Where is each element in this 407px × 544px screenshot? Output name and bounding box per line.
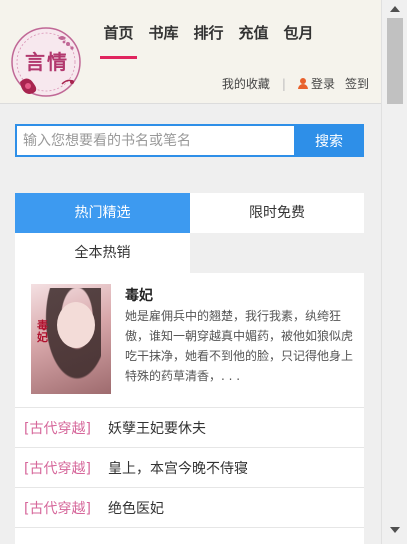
site-logo[interactable]: 言情	[10, 24, 86, 100]
featured-book[interactable]: 毒妃 毒妃 她是雇佣兵中的翘楚，我行我素，纨绔狂傲，谁知一朝穿越真中媚药，被他如…	[15, 273, 364, 408]
list-item-title[interactable]: 皇上，本宫今晚不侍寝	[108, 458, 248, 478]
nav-item-recharge[interactable]: 充值	[231, 0, 276, 60]
cover-face	[57, 302, 95, 348]
nav-item-home[interactable]: 首页	[96, 0, 141, 60]
scroll-down-icon[interactable]	[382, 521, 407, 538]
tab-limited-free[interactable]: 限时免费	[190, 193, 364, 233]
list-item-title[interactable]: 绝色医妃	[108, 498, 164, 518]
list-item[interactable]: [古代穿越] 绝色医妃	[15, 488, 364, 528]
cover-title-text: 毒妃	[37, 319, 48, 344]
list-item-title[interactable]: 妖孽王妃要休夫	[108, 418, 206, 438]
tab-hot-picks[interactable]: 热门精选	[15, 193, 190, 233]
list-item-category[interactable]: [古代穿越]	[24, 498, 108, 518]
user-icon	[297, 78, 308, 89]
signin-link[interactable]: 签到	[345, 75, 369, 92]
list-item[interactable]: [古代穿越] 皇上，本宫今晚不侍寝	[15, 448, 364, 488]
book-list-panel: 毒妃 毒妃 她是雇佣兵中的翘楚，我行我素，纨绔狂傲，谁知一朝穿越真中媚药，被他如…	[15, 273, 364, 544]
featured-book-title[interactable]: 毒妃	[125, 285, 153, 305]
user-bar: 我的收藏 | 登录 签到	[222, 75, 369, 92]
favorites-link[interactable]: 我的收藏	[222, 75, 270, 92]
featured-book-description: 她是雇佣兵中的翘楚，我行我素，纨绔狂傲，谁知一朝穿越真中媚药，被他如狼似虎吃干抹…	[125, 309, 354, 383]
book-cover[interactable]: 毒妃	[31, 284, 111, 394]
site-header: 言情 首页 书库 排行 充值 包月 我的收藏 | 登录 签到	[0, 0, 381, 104]
login-link[interactable]: 登录	[297, 75, 335, 92]
tab-complete-bestsellers[interactable]: 全本热销	[15, 233, 190, 273]
logo-text: 言情	[25, 50, 69, 74]
list-item-category[interactable]: [古代穿越]	[24, 418, 108, 438]
nav-item-monthly[interactable]: 包月	[276, 0, 321, 60]
login-label: 登录	[310, 77, 335, 91]
main-nav: 首页 书库 排行 充值 包月	[96, 0, 321, 60]
list-item-category[interactable]: [古代穿越]	[24, 458, 108, 478]
scrollbar-thumb[interactable]	[387, 18, 403, 104]
vertical-scrollbar[interactable]	[381, 0, 407, 544]
search-button[interactable]: 搜索	[294, 124, 364, 157]
search-input[interactable]	[15, 124, 294, 157]
search-bar: 搜索	[15, 124, 364, 157]
userbar-separator: |	[281, 76, 286, 91]
nav-item-library[interactable]: 书库	[141, 0, 186, 60]
list-item[interactable]: [古代穿越] 妖孽王妃要休夫	[15, 408, 364, 448]
scroll-up-icon[interactable]	[382, 0, 407, 17]
nav-item-ranking[interactable]: 排行	[186, 0, 231, 60]
